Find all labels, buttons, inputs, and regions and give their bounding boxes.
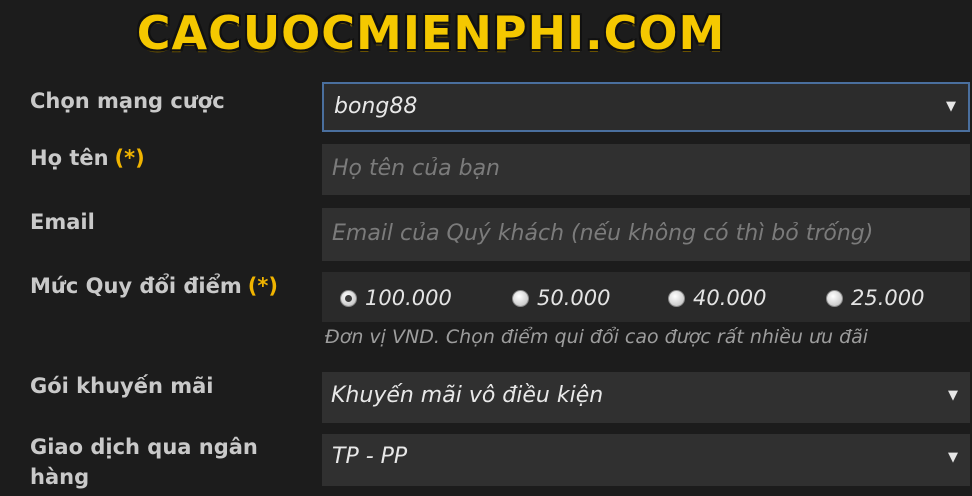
radio-button[interactable]	[668, 289, 685, 307]
bank-select-value: TP - PP	[332, 444, 408, 469]
exchange-option-label: 40.000	[693, 286, 767, 310]
exchange-hint: Đơn vị VND. Chọn điểm qui đổi cao được r…	[325, 326, 869, 348]
exchange-radio-group: 100.000 50.000 40.000 25.000	[322, 272, 970, 322]
email-row: Email Email của Quý khách (nếu không có …	[0, 206, 972, 261]
exchange-label-text: Mức Quy đổi điểm	[30, 274, 242, 298]
exchange-option-100000[interactable]: 100.000	[340, 286, 452, 310]
exchange-option-50000[interactable]: 50.000	[512, 286, 610, 310]
promotion-label: Gói khuyến mãi	[30, 374, 214, 398]
exchange-option-label: 100.000	[365, 286, 452, 310]
exchange-option-label: 50.000	[537, 286, 611, 310]
exchange-option-40000[interactable]: 40.000	[668, 286, 766, 310]
caret-down-icon: ▼	[948, 388, 958, 403]
radio-button-checked[interactable]	[340, 289, 357, 307]
bank-label-line1: Giao dịch qua ngân	[30, 435, 258, 459]
network-select[interactable]: bong88 ▼	[322, 82, 970, 132]
name-input-placeholder: Họ tên của bạn	[332, 156, 500, 181]
registration-page: CACUOCMIENPHI.COM Chọn mạng cược bong88 …	[0, 0, 972, 496]
radio-button[interactable]	[512, 289, 529, 307]
promotion-select[interactable]: Khuyến mãi vô điều kiện ▼	[322, 372, 970, 423]
bank-row: Giao dịch qua ngân hàng TP - PP ▼	[0, 432, 972, 496]
radio-button[interactable]	[826, 289, 843, 307]
brand-header: CACUOCMIENPHI.COM	[0, 0, 972, 66]
name-row: Họ tên (*) Họ tên của bạn	[0, 142, 972, 195]
network-label: Chọn mạng cược	[30, 89, 225, 113]
bank-label-line2: hàng	[30, 465, 90, 489]
exchange-option-label: 25.000	[851, 286, 925, 310]
email-label: Email	[30, 210, 95, 234]
name-label: Họ tên (*)	[30, 143, 145, 174]
bank-label: Giao dịch qua ngân hàng	[30, 432, 258, 492]
promotion-row: Gói khuyến mãi Khuyến mãi vô điều kiện ▼	[0, 370, 972, 423]
name-label-text: Họ tên	[30, 146, 109, 170]
promotion-select-value: Khuyến mãi vô điều kiện	[331, 383, 604, 408]
email-input-placeholder: Email của Quý khách (nếu không có thì bỏ…	[332, 221, 874, 246]
bank-select[interactable]: TP - PP ▼	[322, 434, 970, 486]
caret-down-icon: ▼	[946, 99, 956, 114]
exchange-label: Mức Quy đổi điểm (*)	[30, 271, 278, 302]
caret-down-icon: ▼	[948, 450, 958, 465]
email-input[interactable]: Email của Quý khách (nếu không có thì bỏ…	[322, 208, 970, 261]
name-required-mark: (*)	[114, 146, 145, 170]
name-input[interactable]: Họ tên của bạn	[322, 144, 970, 195]
site-logo-text: CACUOCMIENPHI.COM	[136, 6, 726, 60]
network-row: Chọn mạng cược bong88 ▼	[0, 80, 972, 132]
exchange-option-25000[interactable]: 25.000	[826, 286, 924, 310]
exchange-required-mark: (*)	[247, 274, 278, 298]
network-select-value: bong88	[334, 94, 418, 119]
